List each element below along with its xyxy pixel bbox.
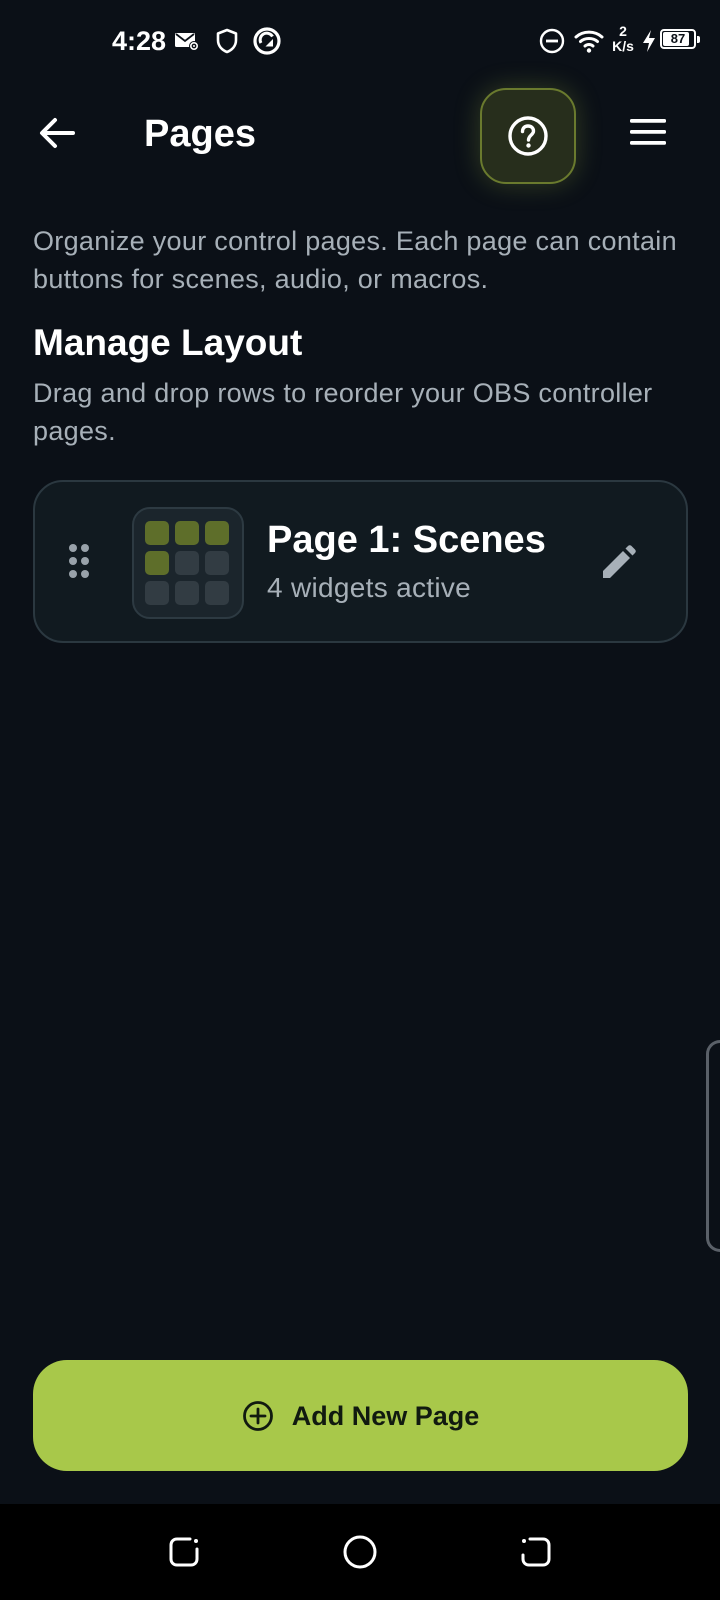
- edit-page-button[interactable]: [591, 536, 645, 590]
- sync-circle-icon: [252, 26, 282, 56]
- back-button[interactable]: [30, 106, 84, 160]
- thumbnail-cell-inactive: [205, 581, 229, 605]
- recents-icon: [169, 1537, 199, 1567]
- home-button[interactable]: [338, 1530, 382, 1574]
- thumbnail-cell-inactive: [175, 551, 199, 575]
- mail-settings-icon: [172, 26, 202, 56]
- thumbnail-cell-active: [175, 521, 199, 545]
- back-icon: [521, 1537, 551, 1567]
- add-new-page-label: Add New Page: [291, 1400, 480, 1431]
- thumbnail-cell-active: [145, 521, 169, 545]
- dnd-icon: [537, 26, 567, 56]
- network-speed-value: 2: [619, 23, 627, 39]
- page-widget-count: 4 widgets active: [267, 572, 472, 603]
- system-navigation-bar: [0, 1504, 720, 1600]
- shield-icon: [212, 26, 242, 56]
- page-title-label: Page 1: Scenes: [267, 519, 546, 561]
- hamburger-menu-icon: [630, 119, 666, 145]
- help-circle-icon: [508, 116, 548, 156]
- plus-circle-icon: [242, 1400, 274, 1432]
- network-speed: 2 K/s: [606, 24, 640, 54]
- thumbnail-cell-inactive: [175, 581, 199, 605]
- intro-text: Organize your control pages. Each page c…: [33, 226, 677, 294]
- screen: 4:28 2 K/s 87 Pages Organize your contro…: [0, 0, 720, 1600]
- thumbnail-cell-active: [205, 521, 229, 545]
- status-time: 4:28: [112, 26, 167, 56]
- section-description: Drag and drop rows to reorder your OBS c…: [33, 378, 653, 446]
- battery-percentage: 87: [670, 31, 686, 46]
- edge-panel-handle[interactable]: [706, 1040, 720, 1252]
- status-bar: 4:28 2 K/s 87: [0, 0, 720, 80]
- thumbnail-cell-inactive: [205, 551, 229, 575]
- page-card[interactable]: Page 1: Scenes 4 widgets active: [33, 480, 688, 643]
- drag-handle-icon[interactable]: [69, 544, 93, 580]
- wifi-icon: [574, 26, 604, 56]
- battery-icon: 87: [660, 29, 700, 49]
- page-thumbnail: [132, 507, 244, 619]
- page-title: Pages: [144, 113, 256, 155]
- charging-bolt-icon: [638, 26, 660, 56]
- network-speed-unit: K/s: [612, 38, 634, 54]
- pencil-icon: [603, 545, 636, 578]
- home-icon: [343, 1535, 377, 1569]
- thumbnail-cell-inactive: [145, 581, 169, 605]
- add-new-page-button[interactable]: Add New Page: [33, 1360, 688, 1471]
- menu-button[interactable]: [620, 104, 676, 160]
- recents-button[interactable]: [162, 1530, 206, 1574]
- thumbnail-cell-active: [145, 551, 169, 575]
- arrow-left-icon: [40, 118, 75, 148]
- top-app-bar: Pages: [0, 80, 720, 192]
- help-button[interactable]: [480, 88, 576, 184]
- back-nav-button[interactable]: [514, 1530, 558, 1574]
- section-heading: Manage Layout: [33, 322, 303, 363]
